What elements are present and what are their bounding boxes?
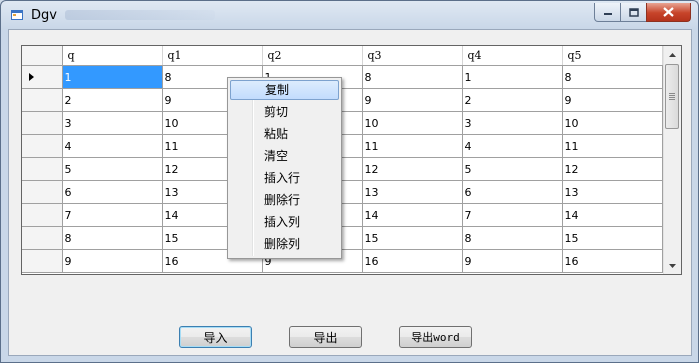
scroll-up-button[interactable]	[664, 46, 681, 63]
menu-item-delete-row[interactable]: 删除行	[230, 190, 339, 210]
row-header[interactable]	[22, 249, 63, 273]
grid-cell[interactable]: 4	[62, 134, 163, 158]
header-row: q q1 q2 q3 q4 q5	[22, 46, 663, 66]
maximize-button[interactable]	[620, 3, 647, 22]
row-header[interactable]	[22, 203, 63, 227]
grid-cell[interactable]: 7	[462, 203, 563, 227]
grid-cell[interactable]: 14	[562, 203, 663, 227]
grid-cell[interactable]: 3	[62, 111, 163, 135]
column-header[interactable]: q5	[562, 46, 663, 66]
menu-item-clear[interactable]: 清空	[230, 146, 339, 166]
row-header[interactable]	[22, 157, 63, 181]
export-button[interactable]: 导出	[289, 326, 362, 348]
grid-cell[interactable]: 9	[62, 249, 163, 273]
scroll-down-button[interactable]	[664, 257, 681, 274]
grid-cell[interactable]: 7	[62, 203, 163, 227]
grid-cell[interactable]: 16	[562, 249, 663, 273]
vertical-scrollbar[interactable]	[663, 46, 681, 274]
window-title: Dgv	[31, 8, 57, 23]
title-ghost-text	[65, 10, 215, 20]
grid-cell[interactable]: 1	[62, 65, 163, 89]
minimize-button[interactable]	[594, 3, 621, 22]
grid-cell[interactable]: 10	[362, 111, 463, 135]
import-button[interactable]: 导入	[179, 326, 252, 348]
grid-cell[interactable]: 6	[62, 180, 163, 204]
column-header[interactable]: q1	[162, 46, 263, 66]
grid-cell[interactable]: 15	[362, 226, 463, 250]
grid-cell[interactable]: 2	[62, 88, 163, 112]
menu-item-paste[interactable]: 粘贴	[230, 124, 339, 144]
close-button[interactable]	[646, 3, 691, 22]
scroll-down-icon	[669, 263, 676, 268]
table-row[interactable]: 181818	[22, 65, 663, 89]
client-area: q q1 q2 q3 q4 q5 18181829292931031031041…	[8, 29, 692, 356]
grid-cell[interactable]: 5	[462, 157, 563, 181]
export-word-label: 导出word	[411, 331, 460, 344]
grid-cell[interactable]: 12	[362, 157, 463, 181]
grid-cell[interactable]: 14	[362, 203, 463, 227]
grid-cell[interactable]: 12	[562, 157, 663, 181]
grid-cell[interactable]: 8	[62, 226, 163, 250]
grid-cell[interactable]: 5	[62, 157, 163, 181]
row-header[interactable]	[22, 88, 63, 112]
scroll-up-icon	[669, 52, 676, 57]
column-header[interactable]: q4	[462, 46, 563, 66]
grid-cell[interactable]: 9	[462, 249, 563, 273]
grid-cell[interactable]: 10	[562, 111, 663, 135]
menu-item-delete-column[interactable]: 删除列	[230, 234, 339, 254]
grid-cell[interactable]: 8	[362, 65, 463, 89]
column-header[interactable]: q3	[362, 46, 463, 66]
menu-item-cut[interactable]: 剪切	[230, 102, 339, 122]
scroll-thumb[interactable]	[665, 64, 679, 129]
minimize-icon	[603, 13, 612, 15]
column-header[interactable]: q2	[262, 46, 363, 66]
row-header[interactable]	[22, 65, 63, 89]
grid-cell[interactable]: 11	[562, 134, 663, 158]
app-icon	[11, 10, 23, 20]
title-bar[interactable]: Dgv	[1, 1, 698, 29]
context-menu: 复制 剪切 粘贴 清空 插入行 删除行 插入列 删除列	[227, 77, 342, 259]
grid-cell[interactable]: 2	[462, 88, 563, 112]
grid-cell[interactable]: 8	[462, 226, 563, 250]
row-header[interactable]	[22, 180, 63, 204]
table-row[interactable]: 714714714	[22, 203, 663, 227]
table-row[interactable]: 9 16 9 16 9 16	[22, 249, 663, 273]
data-grid-view[interactable]: q q1 q2 q3 q4 q5 18181829292931031031041…	[21, 45, 682, 275]
row-header[interactable]	[22, 226, 63, 250]
menu-item-insert-column[interactable]: 插入列	[230, 212, 339, 232]
current-row-arrow-icon	[29, 73, 34, 81]
grid-table: q q1 q2 q3 q4 q5 18181829292931031031041…	[22, 46, 663, 273]
row-header[interactable]	[22, 111, 63, 135]
column-header[interactable]: q	[62, 46, 163, 66]
close-icon	[663, 7, 674, 17]
grid-cell[interactable]: 4	[462, 134, 563, 158]
table-row[interactable]: 512512512	[22, 157, 663, 181]
row-header[interactable]	[22, 134, 63, 158]
grid-cell[interactable]: 9	[562, 88, 663, 112]
table-row[interactable]: 292929	[22, 88, 663, 112]
grid-cell[interactable]: 13	[562, 180, 663, 204]
grid-cell[interactable]: 16	[362, 249, 463, 273]
export-word-button[interactable]: 导出word	[399, 326, 472, 348]
maximize-icon	[628, 7, 639, 17]
grid-cell[interactable]: 15	[562, 226, 663, 250]
menu-item-copy[interactable]: 复制	[230, 80, 339, 100]
grid-cell[interactable]: 13	[362, 180, 463, 204]
table-row[interactable]: 411411411	[22, 134, 663, 158]
table-row[interactable]: 815815815	[22, 226, 663, 250]
grid-cell[interactable]: 3	[462, 111, 563, 135]
corner-header[interactable]	[22, 46, 63, 66]
grid-cell[interactable]: 9	[362, 88, 463, 112]
table-row[interactable]: 310310310	[22, 111, 663, 135]
menu-item-insert-row[interactable]: 插入行	[230, 168, 339, 188]
grid-cell[interactable]: 11	[362, 134, 463, 158]
grid-cell[interactable]: 1	[462, 65, 563, 89]
app-window: Dgv q q1 q2 q3 q4 q5 1 8 8 1 8 2 9 9 2 9…	[0, 0, 699, 363]
grip-icon	[669, 93, 675, 100]
grid-cell[interactable]: 8	[562, 65, 663, 89]
grid-cell[interactable]: 6	[462, 180, 563, 204]
table-row[interactable]: 613613613	[22, 180, 663, 204]
